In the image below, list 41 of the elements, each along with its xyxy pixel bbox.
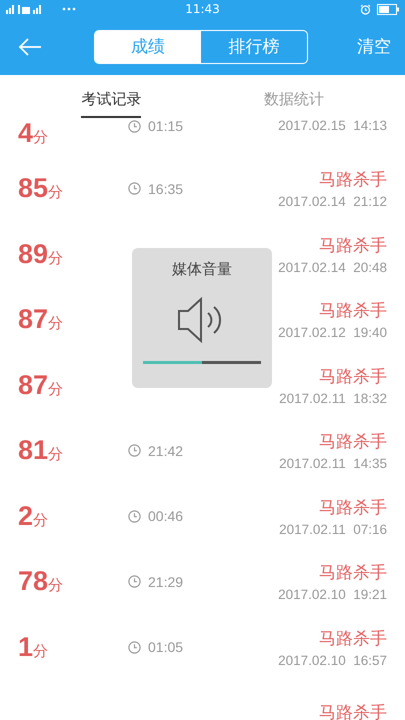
tab[interactable]: 考试记录	[81, 75, 142, 118]
clock-icon	[128, 120, 141, 132]
tab[interactable]: 数据统计	[264, 75, 324, 118]
exam-date: 2017.02.15 14:13	[278, 118, 387, 133]
back-arrow-icon	[18, 38, 42, 56]
exam-date: 2017.02.11 07:16	[279, 522, 387, 537]
segment-tab[interactable]: 排行榜	[201, 30, 307, 62]
clock-icon	[128, 640, 141, 654]
volume-slider[interactable]	[143, 361, 261, 364]
exam-date: 2017.02.11 14:35	[279, 456, 387, 472]
volume-title: 媒体音量	[172, 260, 232, 279]
exam-date: 2017.02.10 19:21	[278, 587, 387, 602]
more-icon	[62, 7, 76, 11]
exam-date: 2017.02.14 20:48	[278, 260, 387, 275]
alarm-icon	[360, 4, 371, 14]
segment-tab[interactable]: 成绩	[95, 30, 201, 62]
user-name: 马路杀手	[319, 234, 387, 257]
battery-icon	[377, 4, 399, 14]
clear-button[interactable]: 清空	[353, 35, 395, 58]
user-name: 马路杀手	[319, 496, 387, 519]
user-name: 马路杀手	[319, 300, 387, 322]
duration: 00:46	[148, 508, 184, 524]
duration: 01:05	[148, 639, 184, 656]
duration: 21:42	[148, 442, 184, 459]
duration: 16:35	[148, 180, 184, 197]
clock-icon	[128, 510, 141, 523]
exam-date: 2017.02.11 18:32	[279, 390, 387, 406]
user-name: 马路杀手	[319, 431, 387, 454]
exam-date: 2017.02.12 19:40	[278, 325, 387, 340]
user-name: 马路杀手	[319, 628, 387, 650]
clock-icon	[128, 182, 141, 196]
user-name: 马路杀手	[319, 169, 387, 192]
exam-date: 2017.02.14 21:12	[278, 194, 387, 210]
clock-icon	[128, 575, 141, 588]
user-name: 马路杀手	[319, 562, 387, 584]
clock-icon	[128, 444, 141, 458]
duration: 01:15	[148, 118, 184, 134]
user-name: 马路杀手	[319, 366, 387, 388]
status-time: 11:43	[185, 2, 220, 16]
exam-date: 2017.02.10 16:57	[278, 652, 387, 668]
duration: 21:29	[148, 574, 184, 590]
